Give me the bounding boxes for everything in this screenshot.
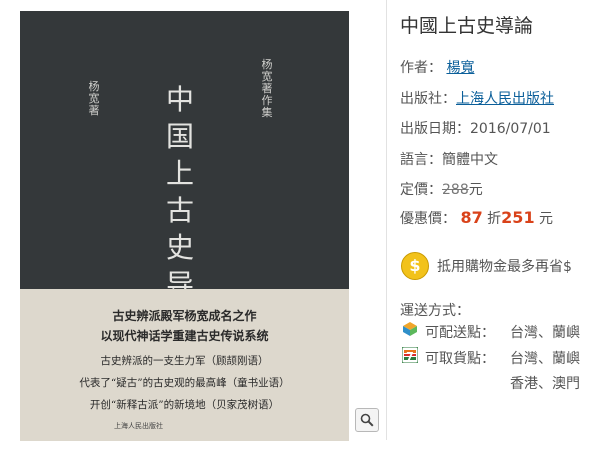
language-value: 簡體中文	[442, 152, 498, 168]
language-label: 語言：	[400, 152, 442, 168]
publisher-label: 出版社：	[400, 91, 456, 107]
zoom-button[interactable]	[355, 408, 379, 432]
belly-text: 古史辨派的一支生力军（顾颉刚语）	[100, 355, 269, 367]
book-cover-image[interactable]: 杨宽著 中国上古史导论 杨宽著作集 古史辨派殿军杨宽成名之作 以现代神话学重建古…	[20, 11, 349, 441]
cover-series: 杨宽著作集	[261, 58, 273, 119]
author-link[interactable]: 楊寬	[446, 60, 474, 76]
discount-unit: 折	[487, 211, 502, 227]
ship-home-places: 台灣、蘭嶼	[510, 325, 580, 341]
belly-text: 代表了“疑古”的古史观的最高峰（童书业语）	[79, 377, 290, 389]
language-row: 語言：簡體中文	[400, 149, 498, 169]
svg-text:7: 7	[406, 350, 414, 363]
publisher-row: 出版社：上海人民出版社	[400, 88, 554, 108]
product-title: 中國上古史導論	[400, 15, 534, 37]
author-label: 作者：	[400, 60, 442, 76]
list-price: 288	[442, 182, 469, 198]
coin-icon: $	[401, 252, 429, 280]
sale-label: 優惠價：	[400, 211, 456, 227]
cover-author: 杨宽著	[88, 80, 100, 117]
shipping-label: 運送方式：	[400, 303, 470, 319]
credit-text: 抵用購物金最多再省$	[437, 259, 572, 275]
belly-text: 以现代神话学重建古史传说系统	[100, 329, 269, 343]
publisher-link[interactable]: 上海人民出版社	[456, 91, 554, 107]
belly-text: 古史辨派殿军杨宽成名之作	[112, 309, 257, 323]
date-value: 2016/07/01	[470, 121, 551, 137]
list-price-label: 定價：	[400, 182, 442, 198]
ship-store-places: 台灣、蘭嶼	[510, 351, 580, 367]
discount-value: 87	[460, 208, 483, 227]
belly-text: 开创“新释古派”的新境地（贝家茂树语）	[89, 399, 280, 411]
ship-home-label: 可配送點：	[425, 325, 495, 341]
magnifier-icon	[360, 413, 374, 427]
sale-currency: 元	[539, 211, 554, 227]
seven-eleven-icon: 7	[402, 347, 418, 363]
list-price-row: 定價：288元	[400, 179, 483, 199]
sale-price: 251	[501, 208, 535, 227]
product-image-panel: 杨宽著 中国上古史导论 杨宽著作集 古史辨派殿军杨宽成名之作 以现代神话学重建古…	[0, 0, 387, 452]
currency: 元	[468, 182, 483, 198]
ship-store-label: 可取貨點：	[425, 351, 495, 367]
date-label: 出版日期：	[400, 121, 470, 137]
box-icon	[403, 322, 417, 336]
date-row: 出版日期：2016/07/01	[400, 118, 551, 138]
ship-store-places-2: 香港、澳門	[510, 376, 580, 392]
author-row: 作者： 楊寬	[400, 57, 474, 77]
cover-belly-band: 古史辨派殿军杨宽成名之作 以现代神话学重建古史传说系统 古史辨派的一支生力军（顾…	[20, 289, 349, 441]
cover-publisher-mark: 上海人民出版社	[114, 422, 163, 430]
sale-price-row: 優惠價： 87 折251 元	[400, 208, 553, 228]
